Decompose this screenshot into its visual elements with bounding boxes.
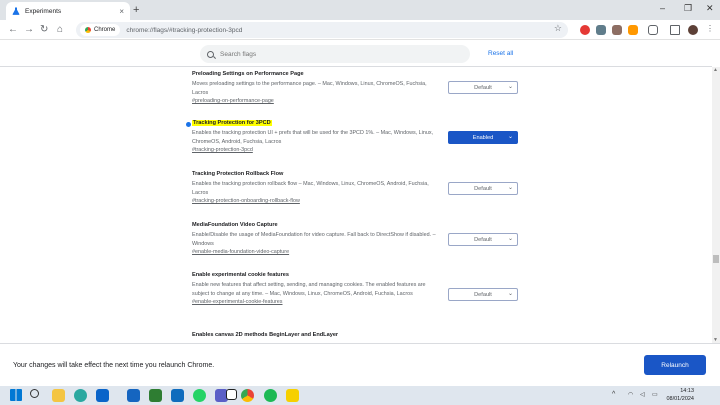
wifi-icon[interactable]: ◠ bbox=[628, 391, 633, 398]
flag-select[interactable]: Default ⌄ bbox=[448, 182, 518, 195]
flag-select[interactable]: Enabled ⌄ bbox=[448, 131, 518, 144]
relaunch-bar: Your changes will take effect the next t… bbox=[0, 343, 720, 386]
sidepanel-icon[interactable] bbox=[670, 25, 680, 35]
tray-chevron-icon[interactable]: ^ bbox=[612, 391, 615, 398]
date: 08/01/2024 bbox=[666, 396, 694, 402]
flag-item: Enables canvas 2D methods BeginLayer and… bbox=[192, 332, 522, 338]
chip-label: Chrome bbox=[94, 27, 116, 33]
avatar[interactable] bbox=[688, 25, 698, 35]
flag-select[interactable]: Default ⌄ bbox=[448, 288, 518, 301]
flag-link[interactable]: #tracking-protection-onboarding-rollback… bbox=[192, 198, 522, 204]
relaunch-message: Your changes will take effect the next t… bbox=[13, 362, 215, 369]
chevron-down-icon: ⌄ bbox=[507, 185, 513, 191]
chevron-down-icon: ⌄ bbox=[507, 291, 513, 297]
new-tab-button[interactable]: + bbox=[133, 3, 139, 17]
flag-link[interactable]: #enable-media-foundation-video-capture bbox=[192, 249, 522, 255]
extension-icon[interactable] bbox=[612, 25, 622, 35]
menu-icon[interactable]: ⋮ bbox=[706, 24, 716, 34]
sticky-notes-icon[interactable] bbox=[286, 389, 299, 402]
edge-icon[interactable] bbox=[74, 389, 87, 402]
scrollbar[interactable]: ▲ ▼ bbox=[712, 67, 720, 343]
maximize-button[interactable]: ❐ bbox=[684, 3, 692, 14]
home-icon[interactable]: ⌂ bbox=[57, 23, 63, 37]
windows-start-icon[interactable] bbox=[10, 389, 22, 401]
chevron-down-icon: ⌄ bbox=[507, 84, 513, 90]
search-box[interactable] bbox=[200, 45, 470, 63]
url-text[interactable]: chrome://flags/#tracking-protection-3pcd bbox=[126, 27, 242, 34]
flag-description: Enable new features that affect setting,… bbox=[192, 282, 426, 297]
outlook-icon[interactable] bbox=[127, 389, 140, 402]
chevron-down-icon: ⌄ bbox=[507, 236, 513, 242]
extension-icon[interactable] bbox=[596, 25, 606, 35]
minimize-button[interactable]: – bbox=[660, 3, 665, 13]
chevron-down-icon: ⌄ bbox=[507, 134, 513, 140]
scroll-up-icon[interactable]: ▲ bbox=[713, 67, 718, 73]
tab-title: Experiments bbox=[25, 7, 62, 15]
search-input[interactable] bbox=[220, 50, 420, 58]
flag-link[interactable]: #tracking-protection-3pcd bbox=[192, 147, 522, 153]
puzzle-icon[interactable] bbox=[648, 25, 658, 35]
volume-icon[interactable]: ◁ bbox=[640, 391, 645, 398]
battery-icon[interactable]: ▭ bbox=[652, 391, 658, 398]
select-value: Default bbox=[474, 291, 492, 298]
relaunch-button[interactable]: Relaunch bbox=[644, 355, 706, 375]
flag-title: Tracking Protection Rollback Flow bbox=[192, 171, 284, 177]
flag-title: Enable experimental cookie features bbox=[192, 272, 289, 278]
flag-title: Preloading Settings on Performance Page bbox=[192, 71, 304, 77]
tab-strip: Experiments × + – ❐ ✕ bbox=[0, 0, 720, 20]
flask-icon bbox=[12, 7, 20, 15]
flag-title: Enables canvas 2D methods BeginLayer and… bbox=[192, 332, 339, 338]
outlook-icon[interactable] bbox=[171, 389, 184, 402]
select-value: Default bbox=[474, 236, 492, 243]
extension-icon[interactable] bbox=[580, 25, 590, 35]
forward-arrow-icon[interactable]: → bbox=[24, 23, 34, 37]
scroll-thumb[interactable] bbox=[713, 255, 719, 263]
close-window-button[interactable]: ✕ bbox=[706, 3, 714, 14]
flag-select[interactable]: Default ⌄ bbox=[448, 233, 518, 246]
chrome-icon[interactable] bbox=[241, 389, 254, 402]
flag-description: Enable/Disable the usage of MediaFoundat… bbox=[192, 232, 436, 247]
flag-title: Tracking Protection for 3PCD bbox=[192, 120, 272, 126]
time: 14:13 bbox=[680, 388, 694, 394]
flag-description: Enables the tracking protection rollback… bbox=[192, 181, 429, 196]
chrome-icon bbox=[85, 27, 91, 33]
select-value: Default bbox=[474, 185, 492, 192]
tab-experiments[interactable]: Experiments × bbox=[6, 2, 130, 20]
clock[interactable]: 14:13 08/01/2024 bbox=[664, 387, 694, 403]
file-explorer-icon[interactable] bbox=[52, 389, 65, 402]
flags-header: Reset all bbox=[0, 41, 712, 67]
modified-indicator bbox=[186, 122, 191, 127]
reset-all-button[interactable]: Reset all bbox=[488, 50, 513, 57]
mail-icon[interactable] bbox=[96, 389, 109, 402]
excel-icon[interactable] bbox=[149, 389, 162, 402]
spotify-icon[interactable] bbox=[264, 389, 277, 402]
search-icon bbox=[207, 50, 214, 58]
address-bar[interactable]: Chrome chrome://flags/#tracking-protecti… bbox=[76, 22, 568, 38]
notion-icon[interactable] bbox=[226, 389, 237, 400]
reload-icon[interactable]: ↻ bbox=[40, 23, 48, 37]
flag-description: Moves preloading settings to the perform… bbox=[192, 81, 427, 96]
taskbar: ^ ◠ ◁ ▭ 14:13 08/01/2024 bbox=[0, 386, 720, 405]
select-value: Enabled bbox=[472, 134, 494, 141]
chrome-chip[interactable]: Chrome bbox=[80, 24, 121, 36]
star-icon[interactable]: ☆ bbox=[554, 23, 562, 34]
back-arrow-icon[interactable]: ← bbox=[8, 23, 18, 37]
search-icon[interactable] bbox=[30, 389, 39, 398]
whatsapp-icon[interactable] bbox=[193, 389, 206, 402]
flag-description: Enables the tracking protection UI + pre… bbox=[192, 130, 434, 145]
select-value: Default bbox=[474, 84, 492, 91]
tab-close-icon[interactable]: × bbox=[119, 7, 124, 16]
flag-link[interactable]: #preloading-on-performance-page bbox=[192, 98, 522, 104]
flag-title: MediaFoundation Video Capture bbox=[192, 222, 278, 228]
extension-icon[interactable] bbox=[628, 25, 638, 35]
flag-select[interactable]: Default ⌄ bbox=[448, 81, 518, 94]
